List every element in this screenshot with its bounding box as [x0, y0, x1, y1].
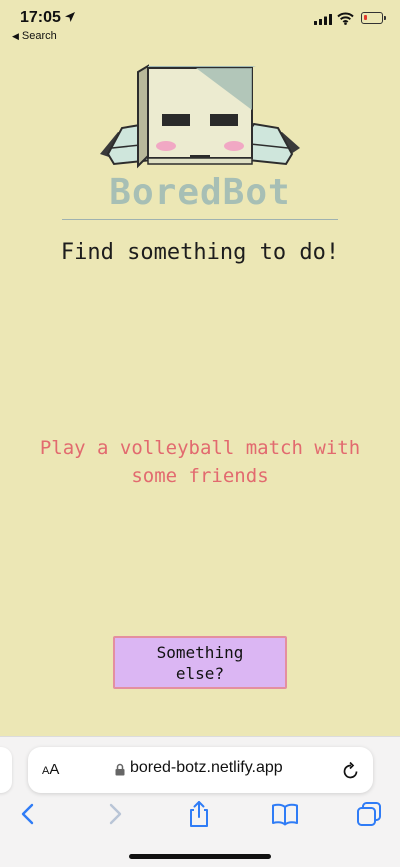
robot-logo [100, 64, 300, 169]
back-search-label: Search [21, 30, 57, 42]
share-icon[interactable] [184, 799, 214, 829]
back-to-search-link[interactable]: ◀ Search [12, 30, 57, 42]
lock-icon [115, 763, 125, 776]
divider [62, 219, 338, 220]
status-time: 17:05 [20, 9, 61, 26]
status-bar: 17:05 ◀ Search [0, 0, 400, 48]
signal-icon [314, 14, 332, 25]
browser-toolbar: AA bored-botz.netlify.app [0, 736, 400, 867]
text-size-large-label: A [49, 761, 60, 778]
forward-arrow-icon[interactable] [100, 799, 130, 829]
reload-icon[interactable] [342, 760, 360, 780]
activity-suggestion: Play a volleyball match with some friend… [39, 437, 361, 487]
location-arrow-icon [65, 12, 75, 22]
url-text: bored-botz.netlify.app [130, 759, 283, 776]
brand-title: BoredBot [109, 172, 291, 213]
something-else-button[interactable]: Something else? [113, 636, 287, 689]
home-indicator [129, 854, 271, 859]
back-arrow-icon[interactable] [13, 799, 43, 829]
battery-icon [361, 12, 386, 24]
text-size-button[interactable]: AA [42, 761, 59, 778]
wifi-icon [337, 12, 354, 25]
bookmarks-icon[interactable] [270, 799, 300, 829]
address-bar[interactable]: AA bored-botz.netlify.app [28, 747, 373, 793]
back-triangle-icon: ◀ [12, 31, 19, 41]
page-tagline: Find something to do! [60, 240, 340, 265]
previous-tab-peek[interactable] [0, 747, 12, 793]
tabs-icon[interactable] [354, 799, 384, 829]
